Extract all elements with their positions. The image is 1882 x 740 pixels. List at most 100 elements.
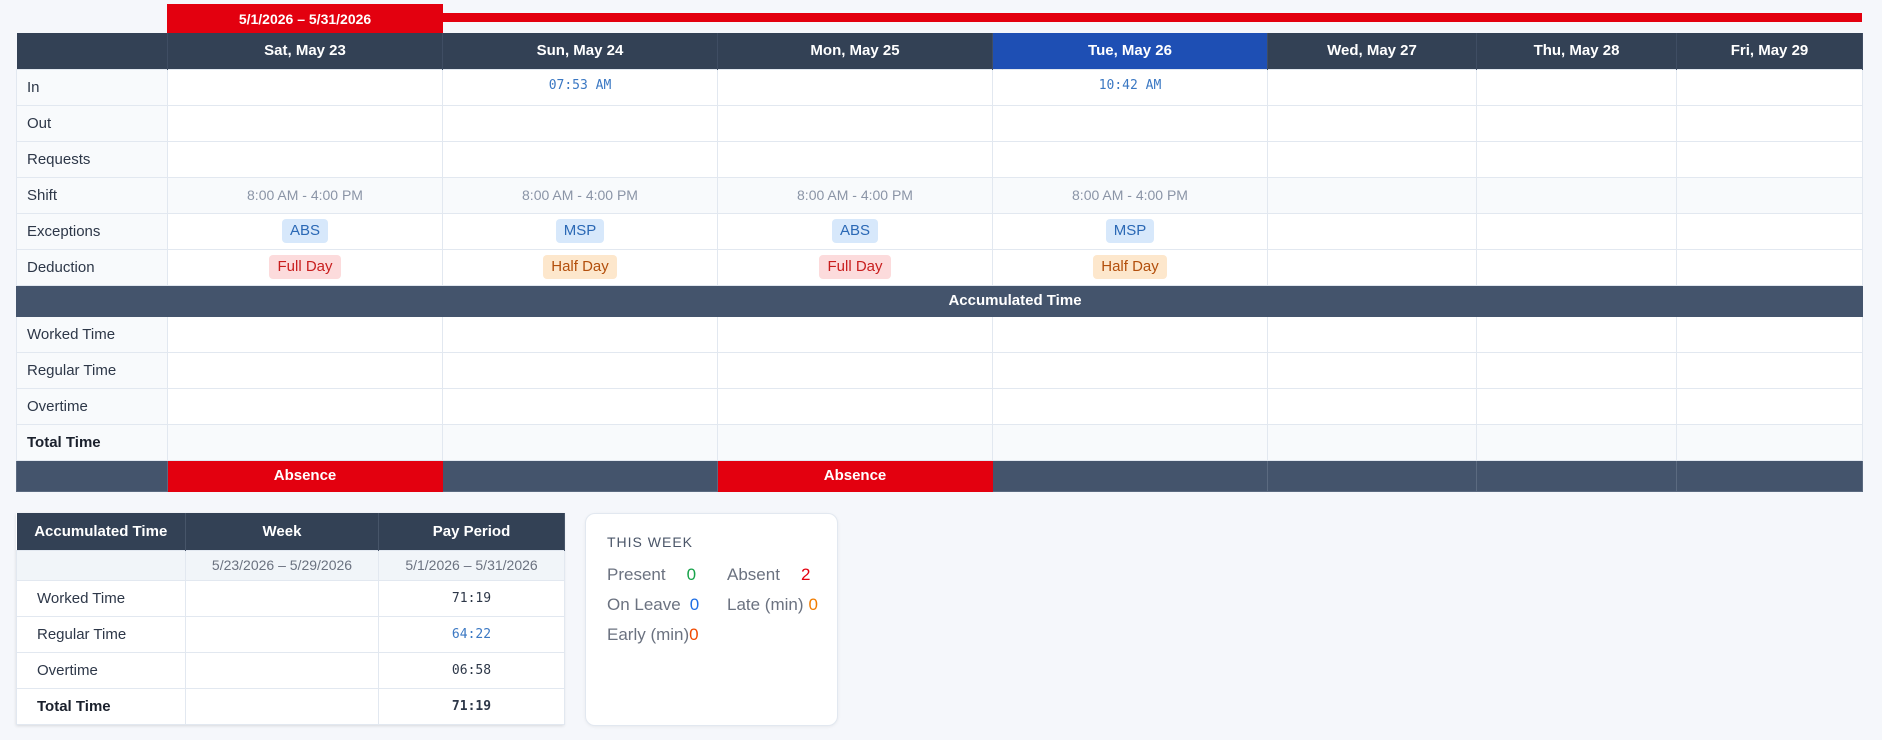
exception-badge[interactable]: ABS <box>281 219 328 243</box>
requests-cell[interactable] <box>717 140 993 178</box>
footer-corner <box>16 459 168 492</box>
deduction-badge: Half Day <box>543 255 617 279</box>
early-label: Early (min) <box>607 625 690 644</box>
shift-cell: 8:00 AM - 4:00 PM <box>442 176 718 214</box>
out-cell[interactable] <box>1676 104 1863 142</box>
overtime-cell <box>1476 387 1677 425</box>
worked-cell <box>167 315 443 353</box>
day-header-sat[interactable]: Sat, May 23 <box>167 33 443 69</box>
status-cell <box>442 459 718 492</box>
deduction-badge: Full Day <box>819 255 891 279</box>
total-cell <box>1267 423 1477 461</box>
row-label-requests: Requests <box>16 140 168 178</box>
stat-row: Early (min) 0 <box>607 620 837 650</box>
exception-badge[interactable]: ABS <box>831 219 878 243</box>
stat-row: Present 0 Absent 2 <box>607 560 837 590</box>
late-stat: Late (min) 0 <box>727 595 818 615</box>
total-cell <box>1476 423 1677 461</box>
requests-cell[interactable] <box>1267 140 1477 178</box>
day-header-tue-today[interactable]: Tue, May 26 <box>992 33 1268 69</box>
deduction-cell: Full Day <box>717 248 993 286</box>
day-header-fri[interactable]: Fri, May 29 <box>1676 33 1863 69</box>
in-cell[interactable] <box>167 68 443 106</box>
out-cell[interactable] <box>992 104 1268 142</box>
total-row: Total Time <box>16 423 1863 461</box>
day-header-sun[interactable]: Sun, May 24 <box>442 33 718 69</box>
shift-cell <box>1476 176 1677 214</box>
summary-pay-value: 06:58 <box>378 651 565 689</box>
pay-period-label: 5/1/2026 – 5/31/2026 <box>167 4 443 33</box>
absent-value: 2 <box>800 565 811 584</box>
day-header-thu[interactable]: Thu, May 28 <box>1476 33 1677 69</box>
requests-cell[interactable] <box>1676 140 1863 178</box>
absence-status: Absence <box>717 459 993 492</box>
deduction-cell: Half Day <box>442 248 718 286</box>
shift-cell: 8:00 AM - 4:00 PM <box>717 176 993 214</box>
requests-cell[interactable] <box>167 140 443 178</box>
total-cell <box>1676 423 1863 461</box>
summary-header-label: Accumulated Time <box>16 513 186 550</box>
summary-week-value <box>185 651 379 689</box>
overtime-cell <box>167 387 443 425</box>
day-header-wed[interactable]: Wed, May 27 <box>1267 33 1477 69</box>
in-cell[interactable] <box>1676 68 1863 106</box>
summary-header-pay-period: Pay Period <box>378 513 565 550</box>
overtime-cell <box>717 387 993 425</box>
present-label: Present <box>607 565 666 584</box>
on-leave-value: 0 <box>689 595 700 614</box>
out-cell[interactable] <box>1476 104 1677 142</box>
worked-cell <box>992 315 1268 353</box>
summary-pay-value: 71:19 <box>378 687 565 725</box>
summary-week-value <box>185 687 379 725</box>
this-week-title: THIS WEEK <box>607 534 694 550</box>
row-label-exceptions: Exceptions <box>16 212 168 250</box>
exception-badge[interactable]: MSP <box>555 219 605 243</box>
regular-cell <box>1676 351 1863 389</box>
overtime-cell <box>442 387 718 425</box>
requests-cell[interactable] <box>992 140 1268 178</box>
on-leave-label: On Leave <box>607 595 681 614</box>
in-cell[interactable]: 10:42 AM <box>992 68 1268 106</box>
accumulated-summary: Accumulated Time Week Pay Period 5/23/20… <box>16 513 565 725</box>
present-value: 0 <box>686 565 697 584</box>
out-cell[interactable] <box>442 104 718 142</box>
summary-range-row: 5/23/2026 – 5/29/2026 5/1/2026 – 5/31/20… <box>16 549 565 581</box>
row-label-deduction: Deduction <box>16 248 168 286</box>
out-cell[interactable] <box>717 104 993 142</box>
shift-row: Shift 8:00 AM - 4:00 PM 8:00 AM - 4:00 P… <box>16 176 1863 214</box>
out-cell[interactable] <box>167 104 443 142</box>
requests-cell[interactable] <box>1476 140 1677 178</box>
in-cell[interactable]: 07:53 AM <box>442 68 718 106</box>
regular-cell <box>167 351 443 389</box>
range-corner <box>16 549 186 581</box>
row-label-total: Total Time <box>16 423 168 461</box>
deduction-cell <box>1476 248 1677 286</box>
on-leave-stat: On Leave 0 <box>607 595 727 615</box>
in-cell[interactable] <box>717 68 993 106</box>
early-stat: Early (min) 0 <box>607 625 699 645</box>
row-label-shift: Shift <box>16 176 168 214</box>
deduction-cell: Half Day <box>992 248 1268 286</box>
section-corner <box>16 284 168 317</box>
late-label: Late (min) <box>727 595 804 614</box>
shift-cell: 8:00 AM - 4:00 PM <box>992 176 1268 214</box>
status-cell <box>1476 459 1677 492</box>
worked-cell <box>442 315 718 353</box>
deduction-cell <box>1676 248 1863 286</box>
status-cell <box>992 459 1268 492</box>
this-week-card: THIS WEEK Present 0 Absent 2 On Leave 0 … <box>585 513 838 726</box>
status-footer-row: Absence Absence <box>16 459 1863 492</box>
in-cell[interactable] <box>1267 68 1477 106</box>
regular-cell <box>1476 351 1677 389</box>
row-label-in: In <box>16 68 168 106</box>
requests-cell[interactable] <box>442 140 718 178</box>
overtime-row: Overtime <box>16 387 1863 425</box>
regular-cell <box>1267 351 1477 389</box>
in-cell[interactable] <box>1476 68 1677 106</box>
exception-badge[interactable]: MSP <box>1105 219 1155 243</box>
summary-pay-value: 71:19 <box>378 579 565 617</box>
stat-row: On Leave 0 Late (min) 0 <box>607 590 837 620</box>
day-header-mon[interactable]: Mon, May 25 <box>717 33 993 69</box>
exception-cell <box>1267 212 1477 250</box>
out-cell[interactable] <box>1267 104 1477 142</box>
